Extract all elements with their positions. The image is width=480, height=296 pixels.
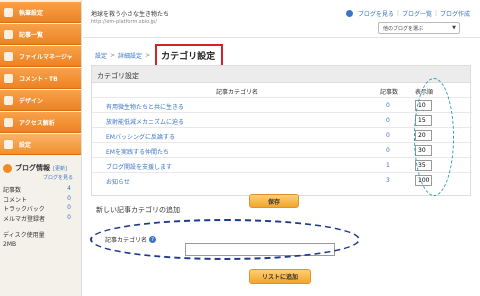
create-blog-link[interactable]: ブログ作成 bbox=[440, 9, 470, 18]
view-blog-link[interactable]: ブログを見る bbox=[3, 174, 79, 181]
category-name-link[interactable]: 放射能低減メカニズムに迫る bbox=[106, 117, 184, 126]
add-section-annotation bbox=[90, 219, 360, 260]
table-row: お知らせ 3 bbox=[92, 172, 472, 187]
top-bar: 地球を救う小さな生き物たち http://em-platform.sblo.jp… bbox=[83, 0, 480, 38]
sidebar-item-label: デザイン bbox=[19, 97, 44, 105]
list-icon bbox=[4, 29, 13, 39]
blog-info-edit-link[interactable]: [更新] bbox=[53, 165, 67, 172]
main-content: 地球を救う小さな生き物たち http://em-platform.sblo.jp… bbox=[83, 0, 480, 296]
sidebar-item-analytics[interactable]: アクセス解析 bbox=[0, 112, 81, 133]
add-category-title: 新しい記事カテゴリの追加 bbox=[96, 206, 180, 214]
category-name-link[interactable]: EMバッシングに反論する bbox=[106, 132, 175, 141]
sidebar: 執筆設定 記事一覧 ファイルマネージャ コメント・TB デザイン アクセス解析 … bbox=[0, 0, 82, 296]
blog-list-link[interactable]: ブログ一覧 bbox=[402, 9, 432, 18]
breadcrumb-settings[interactable]: 設定 bbox=[95, 51, 107, 60]
sidebar-item-files[interactable]: ファイルマネージャ bbox=[0, 46, 81, 67]
palette-icon bbox=[4, 95, 13, 105]
category-name-link[interactable]: お知らせ bbox=[106, 177, 130, 186]
table-row: 有用微生物たちと共に生きる 0 bbox=[92, 97, 472, 112]
article-count[interactable]: 0 bbox=[386, 132, 390, 139]
breadcrumb: 設定 > 詳細設定 > カテゴリ設定 bbox=[95, 44, 224, 67]
pencil-icon bbox=[4, 7, 13, 17]
sidebar-item-label: 記事一覧 bbox=[19, 31, 44, 39]
sidebar-item-design[interactable]: デザイン bbox=[0, 90, 81, 111]
top-links: ブログを見る | ブログ一覧 | ブログ作成 bbox=[345, 9, 470, 18]
sidebar-item-comments[interactable]: コメント・TB bbox=[0, 68, 81, 89]
blog-url: http://em-platform.sblo.jp/ bbox=[91, 19, 157, 25]
view-blog-top-link[interactable]: ブログを見る bbox=[358, 9, 394, 18]
folder-icon bbox=[4, 51, 13, 61]
blog-select[interactable]: 他のブログを選ぶ ▼ bbox=[378, 22, 460, 34]
sidebar-item-compose[interactable]: 執筆設定 bbox=[0, 2, 81, 23]
gear-icon bbox=[4, 139, 13, 149]
save-button[interactable]: 保存 bbox=[249, 194, 299, 208]
breadcrumb-detail-settings[interactable]: 詳細設定 bbox=[118, 51, 142, 60]
blog-info: ブログ情報 [更新] ブログを見る 記事数 4 コメント 0 トラックバック 0 メル… bbox=[3, 163, 79, 249]
category-name-link[interactable]: ブログ開設を支援します bbox=[106, 162, 172, 171]
display-order-annotation bbox=[414, 78, 454, 196]
sidebar-item-label: コメント・TB bbox=[19, 75, 58, 83]
article-count[interactable]: 1 bbox=[386, 162, 390, 169]
article-count[interactable]: 3 bbox=[386, 177, 390, 184]
category-name-link[interactable]: 有用微生物たちと共に生きる bbox=[106, 102, 184, 111]
article-count[interactable]: 0 bbox=[386, 102, 390, 109]
sidebar-item-label: アクセス解析 bbox=[19, 119, 55, 127]
comment-icon bbox=[4, 73, 13, 83]
disk-usage: ディスク使用量 2MB bbox=[3, 232, 45, 248]
add-to-list-button[interactable]: リストに追加 bbox=[249, 269, 311, 284]
chart-icon bbox=[4, 117, 13, 127]
sidebar-item-articles[interactable]: 記事一覧 bbox=[0, 24, 81, 45]
stat-row: トラックバック 0 bbox=[3, 204, 71, 213]
sidebar-item-settings[interactable]: 設定 bbox=[0, 134, 81, 155]
category-name-link[interactable]: EMを実践する仲間たち bbox=[106, 147, 169, 156]
blog-info-icon bbox=[3, 163, 12, 173]
sidebar-item-label: ファイルマネージャ bbox=[19, 53, 73, 61]
blog-info-title: ブログ情報 bbox=[15, 164, 50, 172]
stat-row: 記事数 4 bbox=[3, 185, 71, 194]
stat-row: メルマガ登録者 0 bbox=[3, 213, 71, 223]
chevron-down-icon: ▼ bbox=[452, 25, 456, 31]
article-count[interactable]: 0 bbox=[386, 117, 390, 124]
article-count[interactable]: 0 bbox=[386, 147, 390, 154]
category-panel-title: カテゴリ設定 bbox=[92, 66, 470, 83]
globe-icon bbox=[345, 10, 353, 17]
blog-title[interactable]: 地球を救う小さな生き物たち bbox=[91, 9, 169, 18]
page-title: カテゴリ設定 bbox=[155, 44, 224, 67]
table-header: 記事カテゴリ名 記事数 表示順 bbox=[215, 89, 433, 96]
sidebar-item-label: 執筆設定 bbox=[19, 9, 44, 17]
stat-row: コメント 0 bbox=[3, 194, 71, 204]
sidebar-item-label: 設定 bbox=[19, 141, 32, 149]
